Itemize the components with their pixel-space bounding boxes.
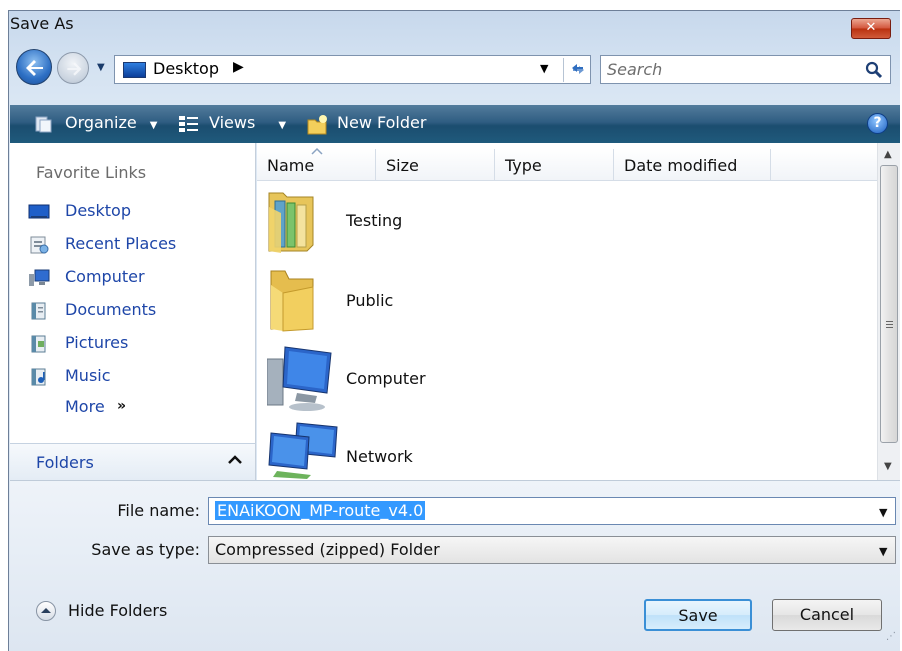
address-dropdown-icon[interactable]: ▼ <box>540 62 548 75</box>
organize-dropdown-icon: ▼ <box>149 120 158 131</box>
search-input[interactable] <box>607 59 857 80</box>
file-name-value[interactable]: ENAiKOON_MP-route_v4.0 <box>215 501 426 520</box>
forward-button[interactable] <box>57 52 89 84</box>
column-header-label: Name <box>267 156 315 175</box>
scrollbar-thumb[interactable] <box>880 165 898 443</box>
favorite-link-label: Computer <box>65 267 145 286</box>
column-header-size[interactable]: Size <box>376 149 495 181</box>
views-dropdown-icon: ▼ <box>278 120 287 131</box>
back-arrow-icon <box>26 60 43 76</box>
folders-toggle[interactable]: Folders <box>10 443 256 480</box>
hide-folders-label: Hide Folders <box>68 601 168 620</box>
favorite-link-label: Recent Places <box>65 234 177 253</box>
column-header-row: Name Size Type Date modified <box>257 147 877 181</box>
address-location[interactable]: Desktop <box>153 59 219 78</box>
organize-label: Organize <box>65 113 137 132</box>
file-list: Name Size Type Date modified Testing Pub… <box>257 143 900 480</box>
save-as-type-dropdown-icon[interactable]: ▼ <box>879 545 887 558</box>
desktop-icon <box>28 204 50 219</box>
scroll-down-icon[interactable]: ▼ <box>884 461 892 472</box>
chevron-up-icon[interactable] <box>227 453 243 467</box>
sort-ascending-icon <box>311 147 323 155</box>
save-form: File name: ENAiKOON_MP-route_v4.0 ▼ Save… <box>10 480 900 651</box>
chevron-up-circle-icon <box>36 601 56 621</box>
file-item-label: Testing <box>346 211 403 230</box>
pictures-icon <box>31 335 46 353</box>
scroll-up-icon[interactable]: ▲ <box>884 149 892 160</box>
user-folder-icon <box>268 192 314 253</box>
file-item-label: Public <box>346 291 394 310</box>
file-item-testing[interactable]: Testing <box>267 187 667 259</box>
file-item-label: Computer <box>346 369 426 388</box>
file-name-dropdown-icon[interactable]: ▼ <box>879 506 887 519</box>
back-button[interactable] <box>16 49 52 85</box>
favorite-link-label: Desktop <box>65 201 131 220</box>
documents-icon <box>31 302 46 320</box>
column-header-label: Size <box>386 156 419 175</box>
address-bar[interactable]: Desktop ▶ ▼ <box>114 55 591 84</box>
file-item-computer[interactable]: Computer <box>267 341 667 413</box>
command-toolbar: Organize ▼ Views ▼ New Folder ? <box>10 105 900 143</box>
folders-label: Folders <box>36 453 94 472</box>
new-folder-button[interactable]: New Folder <box>337 113 426 132</box>
file-item-label: Network <box>346 447 413 466</box>
column-header-type[interactable]: Type <box>495 149 614 181</box>
folder-icon <box>270 270 314 332</box>
refresh-button[interactable] <box>563 58 591 82</box>
column-header-name[interactable]: Name <box>257 147 376 181</box>
favorite-link-label: Pictures <box>65 333 129 352</box>
vertical-scrollbar[interactable]: ▲ ▼ <box>877 143 900 480</box>
forward-arrow-icon <box>67 62 82 76</box>
favorite-links-heading: Favorite Links <box>36 163 147 182</box>
search-box[interactable] <box>600 55 891 84</box>
navigation-pane: Favorite Links Desktop Recent Places Com… <box>10 143 256 480</box>
new-folder-label: New Folder <box>337 113 427 132</box>
column-header-label: Date modified <box>624 156 738 175</box>
scrollbar-grip-icon <box>886 321 893 330</box>
save-as-type-select[interactable]: Compressed (zipped) Folder ▼ <box>208 536 896 564</box>
organize-menu[interactable]: Organize ▼ <box>65 113 157 132</box>
favorite-link-label: Music <box>65 366 111 385</box>
computer-icon <box>29 269 50 286</box>
organize-icon <box>35 116 52 133</box>
column-header-label: Type <box>505 156 542 175</box>
file-item-public[interactable]: Public <box>267 263 667 335</box>
column-header-date-modified[interactable]: Date modified <box>614 149 771 181</box>
desktop-icon <box>123 62 146 78</box>
recent-places-icon <box>30 236 49 254</box>
views-icon <box>179 116 198 132</box>
close-icon: ✕ <box>865 20 877 35</box>
refresh-icon <box>571 64 584 74</box>
file-name-label: File name: <box>117 501 200 520</box>
search-icon[interactable] <box>865 61 883 79</box>
help-icon[interactable]: ? <box>867 113 888 134</box>
save-button[interactable]: Save <box>644 599 752 631</box>
cancel-button[interactable]: Cancel <box>772 599 882 631</box>
computer-icon <box>267 346 332 411</box>
views-label: Views <box>209 113 256 132</box>
views-menu[interactable]: Views ▼ <box>209 113 286 132</box>
new-folder-icon <box>307 115 327 135</box>
resize-grip-icon[interactable]: ⋰ <box>886 631 896 642</box>
save-as-type-value: Compressed (zipped) Folder <box>215 540 440 559</box>
file-name-field[interactable]: ENAiKOON_MP-route_v4.0 ▼ <box>208 497 896 525</box>
breadcrumb-arrow-icon[interactable]: ▶ <box>233 59 244 75</box>
favorite-link-label: Documents <box>65 300 157 319</box>
recent-pages-dropdown[interactable]: ▼ <box>97 62 105 73</box>
close-button[interactable]: ✕ <box>851 18 891 39</box>
network-icon <box>268 422 338 479</box>
save-as-type-label: Save as type: <box>91 540 200 559</box>
more-arrows-icon[interactable]: » <box>117 398 126 414</box>
more-links-button[interactable]: More <box>65 397 105 416</box>
window-title: Save As <box>10 14 74 33</box>
music-icon <box>31 368 46 386</box>
